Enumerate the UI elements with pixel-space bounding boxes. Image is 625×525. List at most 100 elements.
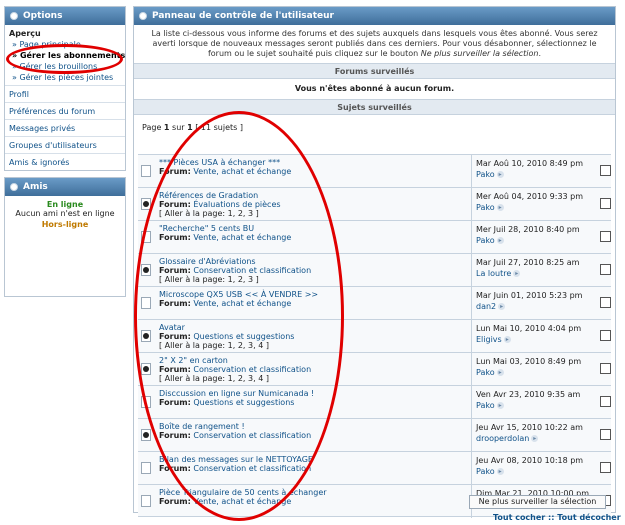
nav-user-groups[interactable]: Groupes d'utilisateurs [5,136,125,153]
topic-title-link[interactable]: Bilan des messages sur le NETTOYAGE [159,455,467,464]
topic-forum-link[interactable]: Vente, achat et échange [193,167,291,176]
forum-label: Forum: [159,497,191,506]
topic-forum-link[interactable]: Vente, achat et échange [193,497,291,506]
forums-watched-header: Forums surveillés [134,63,615,79]
topic-select-checkbox[interactable] [600,264,611,275]
topic-title-link[interactable]: Boîte de rangement ! [159,422,467,431]
nav-manage-subscriptions[interactable]: » Gérer les abonnements [9,50,125,61]
topic-select-checkbox[interactable] [600,363,611,374]
nav-main-page[interactable]: » Page principale [9,39,121,50]
author-link[interactable]: drooperdolan [476,434,529,443]
author-link[interactable]: Pako [476,203,495,212]
topic-body: "Recherche" 5 cents BU Forum: Vente, acha… [159,224,467,242]
topic-select-checkbox[interactable] [600,231,611,242]
topic-forum-link[interactable]: Vente, achat et échange [193,299,291,308]
topic-status-icon [141,297,151,309]
topic-title-link[interactable]: Pièce Triangulaire de 50 cents à échange… [159,488,467,497]
topic-last-post-date: Jeu Avr 08, 2010 10:18 pm [476,456,584,465]
topic-select-checkbox[interactable] [600,396,611,407]
nav-manage-drafts[interactable]: » Gérer les brouillons [9,61,121,72]
topic-select-checkbox[interactable] [600,330,611,341]
bullet-icon [10,183,18,191]
view-latest-post-icon[interactable]: ▸ [496,171,504,178]
topic-pages[interactable]: [ Aller à la page: 1, 2, 3 ] [159,209,467,218]
topic-forum-link[interactable]: Conservation et classification [193,266,311,275]
topic-forum-link[interactable]: Questions et suggestions [193,398,294,407]
overview-label[interactable]: Aperçu [9,29,121,38]
friends-body: En ligne Aucun ami n'est en ligne Hors-l… [5,196,125,296]
topic-forum-link[interactable]: Conservation et classification [193,431,311,440]
unmark-all-link[interactable]: Tout décocher [557,513,620,522]
topic-row: *** Pièces USA à échanger *** Forum: Vent… [138,154,611,188]
topic-status-icon [141,264,151,276]
view-latest-post-icon[interactable]: ▸ [496,237,504,244]
author-link[interactable]: Pako [476,401,495,410]
topic-title-link[interactable]: Avatar [159,323,467,332]
topic-title-link[interactable]: *** Pièces USA à échanger *** [159,158,467,167]
view-latest-post-icon[interactable]: ▸ [496,468,504,475]
nav-friends-foes[interactable]: Amis & ignorés [5,153,125,170]
topic-forum: Forum: Évaluations de pièces [159,200,467,209]
topic-pages[interactable]: [ Aller à la page: 1, 2, 3, 4 ] [159,374,467,383]
nav-manage-attachments[interactable]: » Gérer les pièces jointes [9,72,121,83]
topic-status-icon [141,495,151,507]
author-link[interactable]: Eligivs [476,335,502,344]
topic-forum-link[interactable]: Questions et suggestions [193,332,294,341]
topic-select-checkbox[interactable] [600,198,611,209]
nav-forum-preferences[interactable]: Préférences du forum [5,102,125,119]
author-link[interactable]: Pako [476,467,495,476]
topic-forum: Forum: Questions et suggestions [159,332,467,341]
nav-private-messages[interactable]: Messages privés [5,119,125,136]
topic-title-link[interactable]: Glossaire d'Abréviations [159,257,467,266]
topic-forum-link[interactable]: Évaluations de pièces [193,200,280,209]
view-latest-post-icon[interactable]: ▸ [496,369,504,376]
topic-pages[interactable]: [ Aller à la page: 1, 2, 3, 4 ] [159,341,467,350]
ucp-title: Panneau de contrôle de l'utilisateur [152,11,334,21]
topic-last-post-author: dan2 ▸ [476,301,595,312]
forum-label: Forum: [159,299,191,308]
topic-title-link[interactable]: Microscope QX5 USB << À VENDRE >> [159,290,467,299]
topic-title-link[interactable]: "Recherche" 5 cents BU [159,224,467,233]
view-latest-post-icon[interactable]: ▸ [496,402,504,409]
pagination-total: 1 [187,123,193,132]
view-latest-post-icon[interactable]: ▸ [531,435,539,442]
topic-select-checkbox[interactable] [600,297,611,308]
topic-body: *** Pièces USA à échanger *** Forum: Vent… [159,158,467,176]
view-latest-post-icon[interactable]: ▸ [513,270,521,277]
topic-last-post-author: Pako▸ [476,466,595,477]
topics-watched-header: Sujets surveillés [134,99,615,115]
author-link[interactable]: Pako [476,236,495,245]
topic-forum-link[interactable]: Conservation et classification [193,365,311,374]
mark-all-link[interactable]: Tout cocher [493,513,545,522]
topic-body: Avatar Forum: Questions et suggestions[ A… [159,323,467,350]
topic-select-checkbox[interactable] [600,462,611,473]
forum-label: Forum: [159,233,191,242]
topic-pages[interactable]: [ Aller à la page: 1, 2, 3 ] [159,275,467,284]
author-link[interactable]: dan2 [476,302,496,311]
topic-status-icon [141,198,151,210]
topic-title-link[interactable]: Références de Gradation [159,191,467,200]
topic-last-post-date: Mar Aoû 10, 2010 8:49 pm [476,159,584,168]
view-latest-post-icon[interactable]: ▸ [496,204,504,211]
author-link[interactable]: Pako [476,170,495,179]
friends-panel: Amis En ligne Aucun ami n'est en ligne H… [4,177,126,297]
topic-forum: Forum: Conservation et classification [159,266,467,275]
view-latest-post-icon[interactable]: ▸ [503,336,511,343]
pagination-prefix: Page [142,123,162,132]
view-latest-post-icon[interactable]: ▸ [498,303,506,310]
topic-forum-link[interactable]: Vente, achat et échange [193,233,291,242]
topic-title-link[interactable]: 2" X 2" en carton [159,356,467,365]
ucp-header: Panneau de contrôle de l'utilisateur [134,7,615,25]
unwatch-selection-button[interactable]: Ne plus surveiller la sélection [469,495,606,509]
topic-forum-link[interactable]: Conservation et classification [193,464,311,473]
author-link[interactable]: Pako [476,368,495,377]
author-link[interactable]: La loutre [476,269,511,278]
forum-label: Forum: [159,464,191,473]
topic-select-checkbox[interactable] [600,165,611,176]
topic-select-checkbox[interactable] [600,429,611,440]
topic-title-link[interactable]: Disccussion en ligne sur Numicanada ! [159,389,467,398]
topic-row: Boîte de rangement ! Forum: Conservation … [138,418,611,452]
nav-profile[interactable]: Profil [5,85,125,102]
topic-last-post-date: Mar Juin 01, 2010 5:23 pm [476,291,583,300]
topic-row: Glossaire d'Abréviations Forum: Conservat… [138,253,611,287]
